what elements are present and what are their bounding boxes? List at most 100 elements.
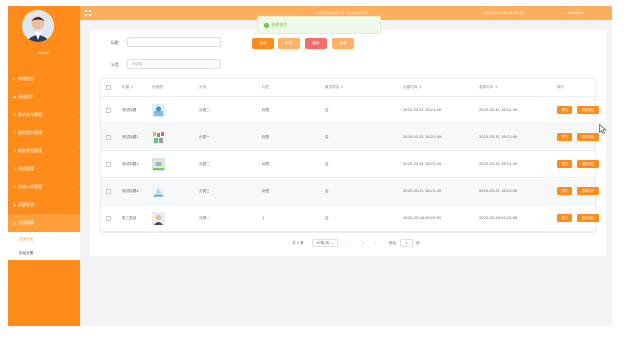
category-placeholder: 请选择 bbox=[132, 62, 143, 66]
current-page[interactable]: 1 bbox=[362, 238, 364, 248]
table-row: 张三发帖 分类一 1 否 2025-03-26 09:23:55 2025-03-26 0… bbox=[101, 205, 599, 232]
column-header[interactable]: 创建时间 ↕ bbox=[403, 79, 422, 96]
sidebar-item[interactable]: ⊙ 系统公告管理 ⌄ bbox=[8, 178, 80, 196]
cover-image bbox=[152, 211, 165, 225]
sidebar: admin ⌂ 系统首页 ♟ 系统用户 ⌄ ☐ 需求发布管理 ⌄ ☐ 服务提供管理 ⌄ ☐ 服务类型管理… bbox=[8, 6, 80, 326]
view-comments-button[interactable]: 查看评论 bbox=[577, 214, 599, 222]
table-row: 测试标题3 分类二 标签 否 2025-03-31 18:21:49 2025-03-31… bbox=[101, 151, 599, 178]
pager-total: 共 5 条 bbox=[292, 241, 304, 245]
cell-category: 分类二 bbox=[199, 107, 210, 112]
cell-updated: 2025-03-26 09:23:58 bbox=[479, 216, 518, 220]
table-row: 测试标题2 分类一 标签 否 2025-03-31 18:21:49 2025-03-31… bbox=[101, 124, 599, 151]
sidebar-subitem[interactable]: 论坛分类 bbox=[8, 246, 80, 260]
select-all-checkbox[interactable] bbox=[106, 85, 111, 90]
header-checkbox-cell bbox=[106, 79, 111, 96]
row-checkbox[interactable] bbox=[106, 107, 111, 113]
next-page-icon[interactable]: › bbox=[375, 238, 376, 248]
cell-top: 否 bbox=[325, 134, 329, 139]
view-comments-button[interactable]: 查看评论 bbox=[577, 106, 599, 114]
chevron-down-icon: ⌄ bbox=[71, 113, 74, 117]
cell-created: 2025-03-31 18:21:49 bbox=[403, 108, 442, 112]
column-header: 操作 bbox=[557, 85, 565, 89]
search-button[interactable]: 查询 bbox=[252, 38, 274, 49]
goto-page-input[interactable]: 1 bbox=[400, 239, 413, 247]
cell-thumb bbox=[152, 205, 165, 231]
column-header: 封面图 bbox=[152, 85, 163, 89]
cover-image bbox=[152, 157, 165, 171]
success-toast: ✓ 修改成功 bbox=[257, 16, 381, 34]
chevron-down-icon: ⌄ bbox=[71, 221, 74, 225]
delete-button[interactable]: 删除 bbox=[305, 38, 327, 49]
detail-button[interactable]: 详情 bbox=[557, 187, 572, 195]
success-check-icon: ✓ bbox=[264, 23, 269, 28]
sidebar-item-label: 系统公告管理 bbox=[18, 184, 42, 189]
user-dropdown[interactable]: admin ▾ bbox=[568, 6, 583, 20]
cell-updated: 2025-03-31 18:21:49 bbox=[479, 162, 518, 166]
forum-table: 标题 ↕ 封面图 分类 标签 置顶状态 ↕ 创建时间 ↕ 更新时间 ↕ 操作 测试标题 分类二 标签… bbox=[100, 78, 599, 233]
cell-tags: 1 bbox=[262, 216, 265, 220]
add-button[interactable]: 新增 bbox=[278, 38, 300, 49]
row-checkbox[interactable] bbox=[106, 215, 111, 221]
cover-image bbox=[152, 103, 165, 117]
menu-grid-icon[interactable] bbox=[85, 10, 91, 16]
row-checkbox-cell bbox=[106, 151, 111, 177]
category-filter-select[interactable]: 请选择 ⌄ bbox=[127, 59, 221, 69]
column-header[interactable]: 置顶状态 ↕ bbox=[325, 79, 344, 96]
sidebar-item-label: 资源管理 bbox=[18, 202, 34, 207]
column-header[interactable]: 更新时间 ↕ bbox=[479, 79, 498, 96]
detail-button[interactable]: 详情 bbox=[557, 106, 572, 114]
chevron-down-icon: ⌄ bbox=[71, 149, 74, 153]
cell-category: 分类一 bbox=[199, 134, 210, 139]
app-frame: admin ⌂ 系统首页 ♟ 系统用户 ⌄ ☐ 需求发布管理 ⌄ ☐ 服务提供管理 ⌄ ☐ 服务类型管理… bbox=[8, 6, 612, 326]
avatar[interactable] bbox=[22, 10, 54, 42]
chevron-down-icon: ⌄ bbox=[71, 203, 74, 207]
cell-actions: 详情 查看评论 bbox=[557, 151, 599, 177]
sidebar-item[interactable]: ◈ 资源管理 ⌄ bbox=[8, 196, 80, 214]
detail-button[interactable]: 详情 bbox=[557, 160, 572, 168]
sidebar-item-label: 交流管理 bbox=[18, 220, 34, 225]
cell-tags: 标签 bbox=[262, 107, 270, 112]
title-filter-input[interactable] bbox=[127, 37, 221, 47]
report-button[interactable]: 报表 bbox=[332, 38, 354, 49]
cell-actions: 详情 查看评论 bbox=[557, 205, 599, 231]
detail-button[interactable]: 详情 bbox=[557, 133, 572, 141]
cell-thumb bbox=[152, 151, 165, 177]
view-comments-button[interactable]: 查看评论 bbox=[577, 160, 599, 168]
goto-suffix: 页 bbox=[416, 241, 420, 245]
chevron-down-icon: ⌄ bbox=[71, 185, 74, 189]
row-checkbox[interactable] bbox=[106, 188, 111, 194]
detail-button[interactable]: 详情 bbox=[557, 214, 572, 222]
cell-category: 分类一 bbox=[199, 215, 210, 220]
cell-updated: 2025-03-31 18:21:49 bbox=[479, 135, 518, 139]
category-filter-label: 分类 bbox=[111, 62, 119, 67]
pager-size-select[interactable]: 10条/页 ⌄ bbox=[312, 239, 338, 247]
cell-category: 分类二 bbox=[199, 161, 210, 166]
sidebar-item[interactable]: ◎ 交流管理 ⌄ bbox=[8, 214, 80, 232]
sidebar-item[interactable]: ☐ 服务提供管理 ⌄ bbox=[8, 124, 80, 142]
pager-size-label: 10条/页 bbox=[316, 241, 329, 245]
cell-title: 张三发帖 bbox=[122, 215, 137, 220]
sidebar-subitem[interactable]: 交流论坛 bbox=[8, 232, 80, 246]
toast-message: 修改成功 bbox=[272, 22, 288, 27]
prev-page-icon[interactable]: ‹ bbox=[349, 238, 350, 248]
sidebar-item[interactable]: ☐ 需求发布管理 ⌄ bbox=[8, 106, 80, 124]
main-panel: 标题 分类 请选择 ⌄ 查询 新增 删除 报表 标题 ↕ 封面图 分类 标签 置顶状态 … bbox=[90, 30, 606, 256]
row-checkbox[interactable] bbox=[106, 134, 111, 140]
sidebar-item[interactable]: ☐ 服务类型管理 ⌄ bbox=[8, 142, 80, 160]
mouse-cursor-icon bbox=[599, 124, 607, 134]
sidebar-item[interactable]: ⌂ 系统首页 bbox=[8, 70, 80, 88]
cell-created: 2025-03-26 09:23:55 bbox=[403, 216, 442, 220]
cell-created: 2025-03-31 18:21:49 bbox=[403, 162, 442, 166]
view-comments-button[interactable]: 查看评论 bbox=[577, 187, 599, 195]
column-header[interactable]: 标题 ↕ bbox=[122, 79, 133, 96]
table-row: 测试标题 分类二 标签 否 2025-03-31 18:21:49 2025-03-31 … bbox=[101, 97, 599, 124]
view-comments-button[interactable]: 查看评论 bbox=[577, 133, 599, 141]
sidebar-menu: ⌂ 系统首页 ♟ 系统用户 ⌄ ☐ 需求发布管理 ⌄ ☐ 服务提供管理 ⌄ ☐ 服务类型管理 ⌄ ☑ 系统管理… bbox=[8, 70, 80, 260]
row-checkbox[interactable] bbox=[106, 161, 111, 167]
cell-category: 分类三 bbox=[199, 188, 210, 193]
current-datetime: 2025-03-26 09:29:23 bbox=[484, 10, 525, 15]
cell-title: 测试标题 bbox=[122, 107, 137, 112]
sidebar-item[interactable]: ♟ 系统用户 ⌄ bbox=[8, 88, 80, 106]
sidebar-item[interactable]: ☑ 系统管理 ⌄ bbox=[8, 160, 80, 178]
cell-tags: 标签 bbox=[262, 134, 270, 139]
